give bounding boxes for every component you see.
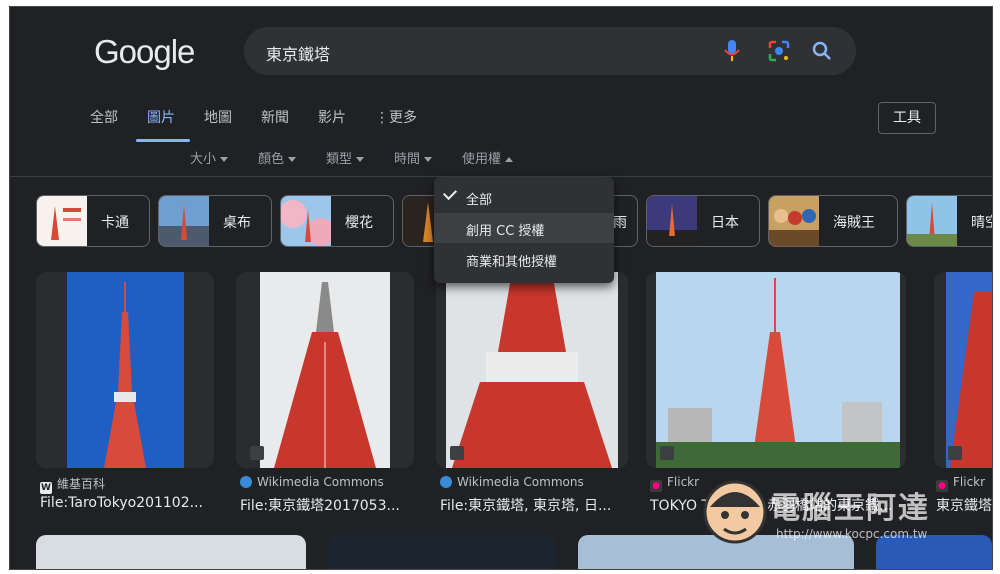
chip-japan[interactable]: 日本 [646, 195, 760, 247]
usage-rights-menu: 全部 創用 CC 授權 商業和其他授權 [434, 177, 614, 283]
image-icon [250, 446, 264, 460]
filter-usage-label: 使用權 [462, 152, 502, 167]
chevron-down-icon [356, 157, 365, 162]
flickr-icon: ● [650, 480, 662, 492]
tab-all[interactable]: 全部 [90, 107, 118, 127]
chip-thumbnail [281, 196, 331, 246]
browser-viewport: Google 東京鐵塔 全部 圖片 地圖 新聞 影片 ⋮更多 工具 大小 顏色 … [9, 6, 993, 570]
search-bar[interactable]: 東京鐵塔 [244, 27, 856, 75]
active-tab-indicator [136, 139, 190, 142]
tab-more[interactable]: ⋮更多 [375, 107, 417, 127]
chip-thumbnail [907, 196, 957, 246]
filter-type-label: 類型 [326, 152, 353, 167]
chip-thumbnail [37, 196, 87, 246]
search-icon[interactable] [812, 41, 832, 61]
more-dots-icon: ⋮ [375, 110, 389, 126]
result-image-row2-1[interactable] [36, 535, 306, 569]
checkmark-icon [442, 185, 458, 201]
menu-item-label: 全部 [466, 193, 493, 208]
chevron-down-icon [220, 157, 229, 162]
wikimedia-icon [440, 476, 452, 488]
source-label: Wikimedia Commons [257, 475, 384, 489]
chip-thumbnail [159, 196, 209, 246]
image-icon [450, 446, 464, 460]
filter-usage-rights[interactable]: 使用權 [462, 148, 514, 167]
result-source[interactable]: W 維基百科 [40, 475, 105, 494]
chip-one-piece[interactable]: 海賊王 [768, 195, 898, 247]
mascot-logo [703, 480, 767, 544]
chip-wallpaper[interactable]: 桌布 [158, 195, 272, 247]
menu-item-commercial[interactable]: 商業和其他授權 [434, 244, 614, 274]
result-image-2[interactable] [236, 272, 414, 468]
result-image-4[interactable] [646, 272, 906, 468]
filter-color-label: 顏色 [258, 152, 285, 167]
lens-camera-icon[interactable] [768, 40, 790, 62]
search-input[interactable]: 東京鐵塔 [266, 41, 330, 65]
chevron-down-icon [424, 157, 433, 162]
tower-photo [36, 272, 214, 468]
filter-type[interactable]: 類型 [326, 148, 365, 167]
tab-images[interactable]: 圖片 [147, 107, 175, 127]
source-label: Flickr [667, 475, 700, 489]
tab-news[interactable]: 新聞 [261, 107, 289, 127]
result-title[interactable]: File:東京鐵塔, 東京塔, 日... [440, 495, 611, 515]
result-title[interactable]: File:TaroTokyo201102... [40, 495, 203, 511]
result-source[interactable]: Wikimedia Commons [240, 475, 384, 489]
filter-time[interactable]: 時間 [394, 148, 433, 167]
chip-label: 桌布 [223, 215, 251, 231]
image-icon [660, 446, 674, 460]
menu-item-label: 創用 CC 授權 [466, 224, 545, 239]
wikipedia-icon: W [40, 482, 52, 494]
result-image-3[interactable] [436, 272, 628, 468]
tab-more-label: 更多 [389, 110, 417, 126]
result-image-5[interactable] [934, 272, 992, 468]
menu-item-all[interactable]: 全部 [434, 182, 614, 212]
chip-thumbnail [647, 196, 697, 246]
chip-label: 卡通 [101, 215, 129, 231]
chip-label: 晴空 [971, 215, 992, 231]
result-title[interactable]: File:東京鐵塔2017053... [240, 495, 400, 515]
chevron-up-icon [505, 157, 514, 162]
chip-label: 海賊王 [833, 215, 875, 231]
tab-videos[interactable]: 影片 [318, 107, 346, 127]
watermark-url: http://www.kocpc.com.tw [776, 527, 928, 541]
tower-photo [236, 272, 414, 468]
chip-label: 日本 [711, 215, 739, 231]
tab-maps[interactable]: 地圖 [204, 107, 232, 127]
filter-size[interactable]: 大小 [190, 148, 229, 167]
image-icon [948, 446, 962, 460]
wikimedia-icon [240, 476, 252, 488]
chip-thumbnail [769, 196, 819, 246]
chevron-down-icon [288, 157, 297, 162]
result-image-1[interactable] [36, 272, 214, 468]
menu-item-label: 商業和其他授權 [466, 255, 558, 270]
google-logo[interactable]: Google [94, 33, 195, 71]
chip-cartoon[interactable]: 卡通 [36, 195, 150, 247]
watermark: 電腦王阿達 http://www.kocpc.com.tw [700, 475, 980, 555]
filter-size-label: 大小 [190, 152, 217, 167]
chip-cherry-blossom[interactable]: 櫻花 [280, 195, 394, 247]
chip-label: 櫻花 [345, 215, 373, 231]
chip-label: 雨 [613, 215, 627, 231]
tower-photo [646, 272, 906, 468]
tools-button[interactable]: 工具 [878, 102, 936, 134]
tower-photo [436, 272, 628, 468]
filter-color[interactable]: 顏色 [258, 148, 297, 167]
source-label: 維基百科 [57, 477, 106, 491]
tower-photo [934, 272, 992, 468]
result-image-row2-2[interactable] [328, 535, 556, 569]
menu-item-creative-commons[interactable]: 創用 CC 授權 [434, 213, 614, 243]
result-source[interactable]: Wikimedia Commons [440, 475, 584, 489]
watermark-text: 電腦王阿達 [770, 491, 930, 526]
microphone-icon[interactable] [724, 39, 740, 63]
filter-time-label: 時間 [394, 152, 421, 167]
chip-skytree[interactable]: 晴空 [906, 195, 992, 247]
source-label: Wikimedia Commons [457, 475, 584, 489]
result-source[interactable]: ● Flickr [650, 475, 699, 492]
